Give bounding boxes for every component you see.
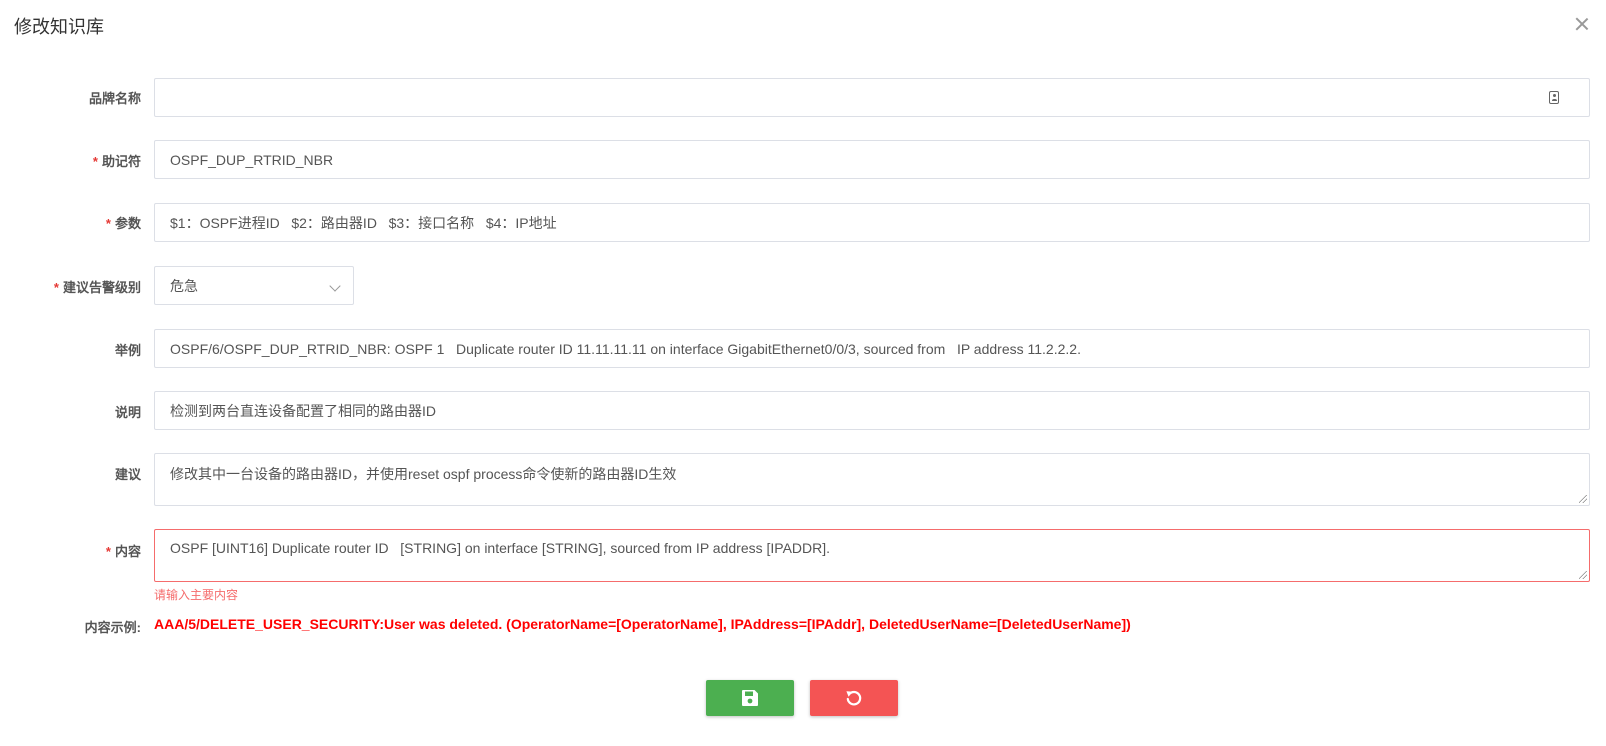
mnemonic-value: OSPF_DUP_RTRID_NBR [170,151,334,168]
content-textarea[interactable]: OSPF [UINT16] Duplicate router ID [STRIN… [154,529,1590,582]
description-input[interactable]: 检测到两台直连设备配置了相同的路由器ID [154,391,1590,430]
suggestion-value: 修改其中一台设备的路由器ID，并使用reset ospf process命令使新… [170,466,677,482]
chevron-down-icon[interactable] [329,280,341,292]
dialog-title: 修改知识库 [14,17,104,37]
params-value: $1：OSPF进程ID $2：路由器ID $3：接口名称 $4：IP地址 [170,214,557,231]
example-label: 举例 [0,340,141,359]
required-marker: * [53,280,59,295]
params-label: * 参数 [0,213,141,232]
params-label-text: 参数 [114,216,141,231]
contact-card-icon[interactable] [1549,91,1559,104]
alarm-level-label-text: 建议告警级别 [62,280,141,295]
content-label: * 内容 [0,541,141,560]
mnemonic-label: * 助记符 [0,151,141,170]
alarm-level-value: 危急 [170,277,198,294]
content-example-label: 内容示例: [0,617,141,636]
params-input[interactable]: $1：OSPF进程ID $2：路由器ID $3：接口名称 $4：IP地址 [154,203,1590,242]
content-example-label-text: 内容示例: [84,620,141,635]
mnemonic-label-text: 助记符 [101,154,141,169]
brand-label-text: 品牌名称 [88,91,141,106]
suggestion-textarea[interactable]: 修改其中一台设备的路由器ID，并使用reset ospf process命令使新… [154,453,1590,506]
save-icon [742,690,758,706]
required-marker: * [92,154,98,169]
close-icon[interactable] [1574,16,1590,32]
resize-grip-icon[interactable] [1579,571,1587,579]
alarm-level-select[interactable]: 危急 [154,266,354,305]
reset-button[interactable] [810,680,898,716]
brand-input[interactable] [154,78,1590,117]
required-marker: * [105,216,111,231]
content-example-text: AAA/5/DELETE_USER_SECURITY:User was dele… [154,616,1131,632]
content-label-text: 内容 [114,544,141,559]
description-label-text: 说明 [114,405,141,420]
suggestion-label-text: 建议 [114,467,141,482]
content-value: OSPF [UINT16] Duplicate router ID [STRIN… [170,540,831,556]
save-button[interactable] [706,680,794,716]
undo-icon [846,690,862,706]
resize-grip-icon[interactable] [1579,495,1587,503]
example-label-text: 举例 [114,343,141,358]
description-value: 检测到两台直连设备配置了相同的路由器ID [170,402,436,419]
example-input[interactable]: OSPF/6/OSPF_DUP_RTRID_NBR: OSPF 1 Duplic… [154,329,1590,368]
example-value: OSPF/6/OSPF_DUP_RTRID_NBR: OSPF 1 Duplic… [170,340,1081,357]
alarm-level-label: * 建议告警级别 [0,277,141,296]
suggestion-label: 建议 [0,464,141,483]
required-marker: * [105,544,111,559]
content-error-message: 请输入主要内容 [154,588,239,602]
description-label: 说明 [0,402,141,421]
brand-label: 品牌名称 [0,88,141,107]
mnemonic-input[interactable]: OSPF_DUP_RTRID_NBR [154,140,1590,179]
